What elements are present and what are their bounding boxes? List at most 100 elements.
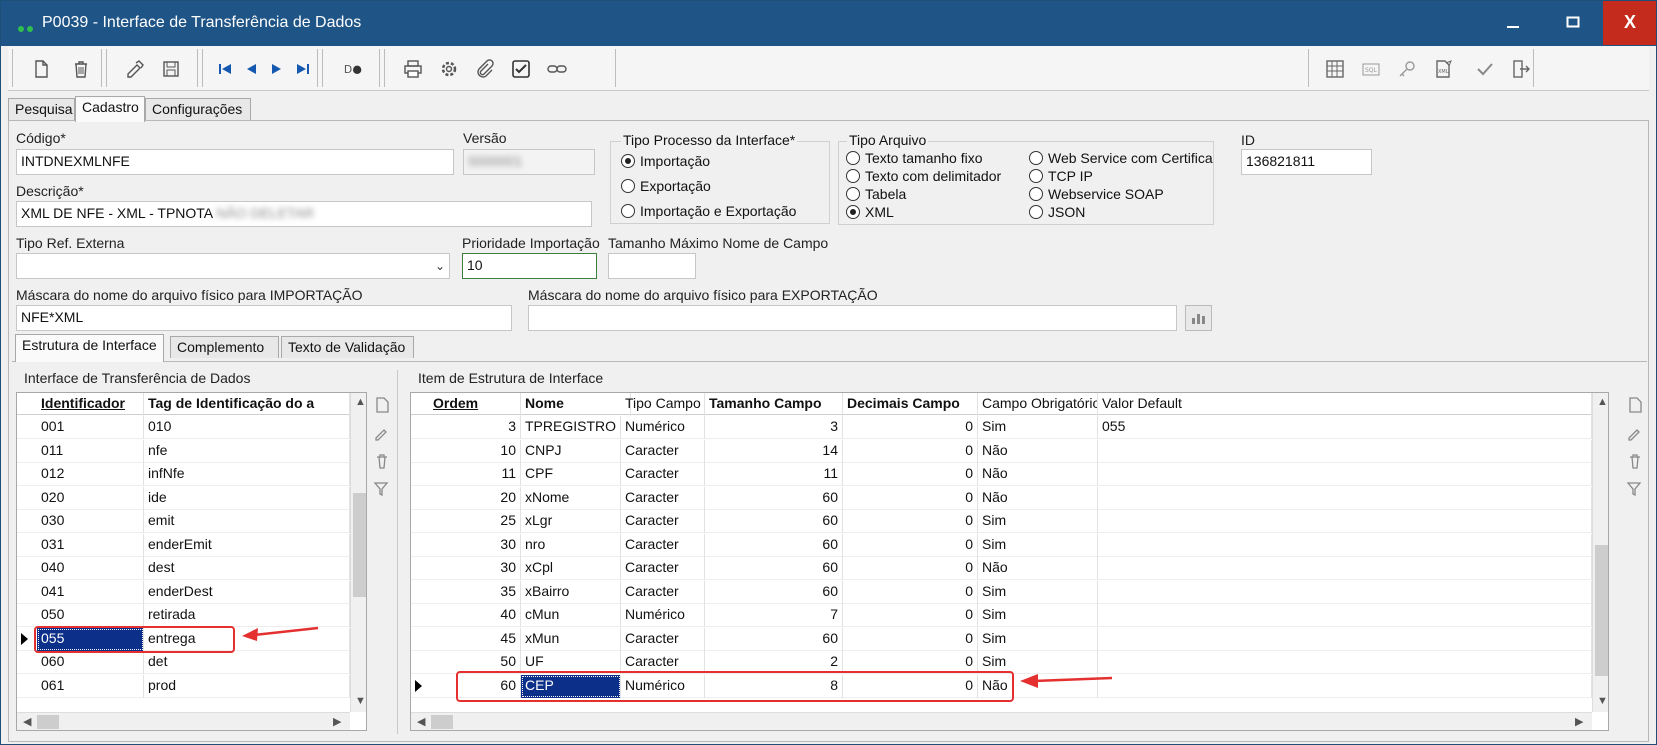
cell-ordem[interactable]: 11	[429, 463, 521, 486]
close-button[interactable]: X	[1603, 0, 1657, 45]
prioridade-field[interactable]: 10	[462, 253, 597, 279]
cell-ordem[interactable]: 25	[429, 510, 521, 533]
col-nome[interactable]: Nome	[521, 393, 631, 416]
radio-web-service-certificado[interactable]: Web Service com Certifica	[1029, 150, 1213, 166]
scroll-thumb[interactable]	[37, 715, 59, 729]
col-tag-identificacao[interactable]: Tag de Identificação do a	[144, 393, 350, 416]
scroll-thumb[interactable]	[1595, 545, 1608, 676]
cell-tipo-campo[interactable]: Caracter	[621, 486, 705, 510]
cell-identificador[interactable]: 011	[37, 439, 144, 463]
cell-valor-default[interactable]	[1098, 463, 1592, 486]
filter-icon[interactable]	[1626, 480, 1644, 498]
cell-valor-default[interactable]	[1098, 510, 1592, 533]
edit-icon[interactable]	[123, 57, 147, 81]
cell-identificador[interactable]: 060	[37, 651, 144, 674]
cell-decimais-campo[interactable]: 0	[843, 486, 978, 510]
cell-decimais-campo[interactable]: 0	[843, 604, 978, 627]
cell-nome[interactable]: CNPJ	[521, 439, 621, 463]
link-icon[interactable]	[545, 57, 569, 81]
cell-tamanho-campo[interactable]: 14	[705, 439, 843, 463]
radio-json[interactable]: JSON	[1029, 204, 1085, 220]
cell-identificador[interactable]: 061	[37, 674, 144, 698]
tipo-ref-select[interactable]: ⌄	[16, 253, 450, 279]
col-tamanho-campo[interactable]: Tamanho Campo	[705, 393, 843, 416]
cell-ordem[interactable]: 45	[429, 627, 521, 651]
gear-icon[interactable]	[437, 57, 461, 81]
col-ordem[interactable]: Ordem	[429, 393, 521, 416]
radio-tabela[interactable]: Tabela	[846, 186, 906, 202]
table-row[interactable]: 031 enderEmit	[17, 533, 350, 557]
cell-campo-obrigatorio[interactable]: Sim	[978, 604, 1098, 627]
cell-tag[interactable]: emit	[144, 510, 350, 533]
cell-valor-default[interactable]: 055	[1098, 416, 1592, 439]
tab-cadastro[interactable]: Cadastro	[75, 96, 145, 122]
table-row[interactable]: 041 enderDest	[17, 580, 350, 604]
cell-decimais-campo[interactable]: 0	[843, 416, 978, 439]
radio-texto-tamanho-fixo[interactable]: Texto tamanho fixo	[846, 150, 983, 166]
radio-exportacao[interactable]: Exportação	[621, 178, 711, 194]
cell-decimais-campo[interactable]: 0	[843, 533, 978, 557]
col-tipo-campo[interactable]: Tipo Campo	[621, 393, 705, 416]
radio-webservice-soap[interactable]: Webservice SOAP	[1029, 186, 1164, 202]
cell-campo-obrigatorio[interactable]: Não	[978, 486, 1098, 510]
cell-tamanho-campo[interactable]: 11	[705, 463, 843, 486]
table-row[interactable]: 011 nfe	[17, 439, 350, 463]
cell-valor-default[interactable]	[1098, 557, 1592, 580]
right-grid-hscroll[interactable]: ◀ ▶	[411, 712, 1592, 730]
table-row[interactable]: 40 cMun Numérico 7 0 Sim	[411, 604, 1592, 627]
cell-ordem[interactable]: 3	[429, 416, 521, 439]
cell-tipo-campo[interactable]: Caracter	[621, 627, 705, 651]
cell-tag[interactable]: nfe	[144, 439, 350, 463]
cell-tag[interactable]: prod	[144, 674, 350, 698]
table-row[interactable]: 3 TPREGISTRO Numérico 3 0 Sim 055	[411, 416, 1592, 439]
cell-tipo-campo[interactable]: Caracter	[621, 533, 705, 557]
cell-campo-obrigatorio[interactable]: Não	[978, 439, 1098, 463]
first-record-icon[interactable]	[213, 57, 237, 81]
cell-campo-obrigatorio[interactable]: Sim	[978, 416, 1098, 439]
tab-complemento[interactable]: Complemento	[170, 336, 279, 358]
cell-tipo-campo[interactable]: Caracter	[621, 439, 705, 463]
cell-campo-obrigatorio[interactable]: Não	[978, 557, 1098, 580]
cell-decimais-campo[interactable]: 0	[843, 439, 978, 463]
cell-nome[interactable]: xCpl	[521, 557, 621, 580]
cell-decimais-campo[interactable]: 0	[843, 580, 978, 604]
cell-identificador[interactable]: 031	[37, 533, 144, 557]
table-row[interactable]: 25 xLgr Caracter 60 0 Sim	[411, 510, 1592, 533]
cell-tipo-campo[interactable]: Numérico	[621, 604, 705, 627]
minimize-button[interactable]	[1483, 0, 1543, 45]
table-row[interactable]: 001 010	[17, 416, 350, 439]
cell-nome[interactable]: TPREGISTRO	[521, 416, 621, 439]
scroll-down-icon[interactable]: ▼	[1597, 695, 1608, 707]
table-row[interactable]: 040 dest	[17, 557, 350, 580]
cell-tag[interactable]: ide	[144, 486, 350, 510]
scroll-right-icon[interactable]: ▶	[333, 715, 341, 728]
cell-valor-default[interactable]	[1098, 533, 1592, 557]
col-campo-obrigatorio[interactable]: Campo Obrigatório	[978, 393, 1098, 416]
codigo-field[interactable]: INTDNEXMLNFE	[16, 149, 454, 175]
cell-valor-default[interactable]	[1098, 580, 1592, 604]
key-icon[interactable]	[1395, 57, 1419, 81]
cell-tipo-campo[interactable]: Caracter	[621, 510, 705, 533]
cell-identificador[interactable]: 030	[37, 510, 144, 533]
check-icon[interactable]	[1473, 57, 1497, 81]
radio-importacao[interactable]: Importação	[621, 153, 710, 169]
cell-nome[interactable]: nro	[521, 533, 621, 557]
cell-nome[interactable]: xNome	[521, 486, 621, 510]
table-row[interactable]: 30 nro Caracter 60 0 Sim	[411, 533, 1592, 557]
scroll-up-icon[interactable]: ▲	[355, 396, 366, 408]
trash-icon[interactable]	[69, 57, 93, 81]
cell-identificador[interactable]: 020	[37, 486, 144, 510]
cell-tipo-campo[interactable]: Numérico	[621, 416, 705, 439]
cell-identificador[interactable]: 012	[37, 463, 144, 486]
table-row[interactable]: 10 CNPJ Caracter 14 0 Não	[411, 439, 1592, 463]
cell-nome[interactable]: CPF	[521, 463, 621, 486]
delete-row-icon[interactable]	[1626, 452, 1644, 470]
cell-tipo-campo[interactable]: Caracter	[621, 463, 705, 486]
cell-identificador[interactable]: 041	[37, 580, 144, 604]
cell-valor-default[interactable]	[1098, 674, 1592, 698]
cell-tag[interactable]: infNfe	[144, 463, 350, 486]
exit-icon[interactable]	[1509, 57, 1533, 81]
tab-estrutura-interface[interactable]: Estrutura de Interface	[15, 334, 164, 362]
scroll-right-icon[interactable]: ▶	[1575, 715, 1583, 728]
scroll-left-icon[interactable]: ◀	[23, 715, 31, 728]
